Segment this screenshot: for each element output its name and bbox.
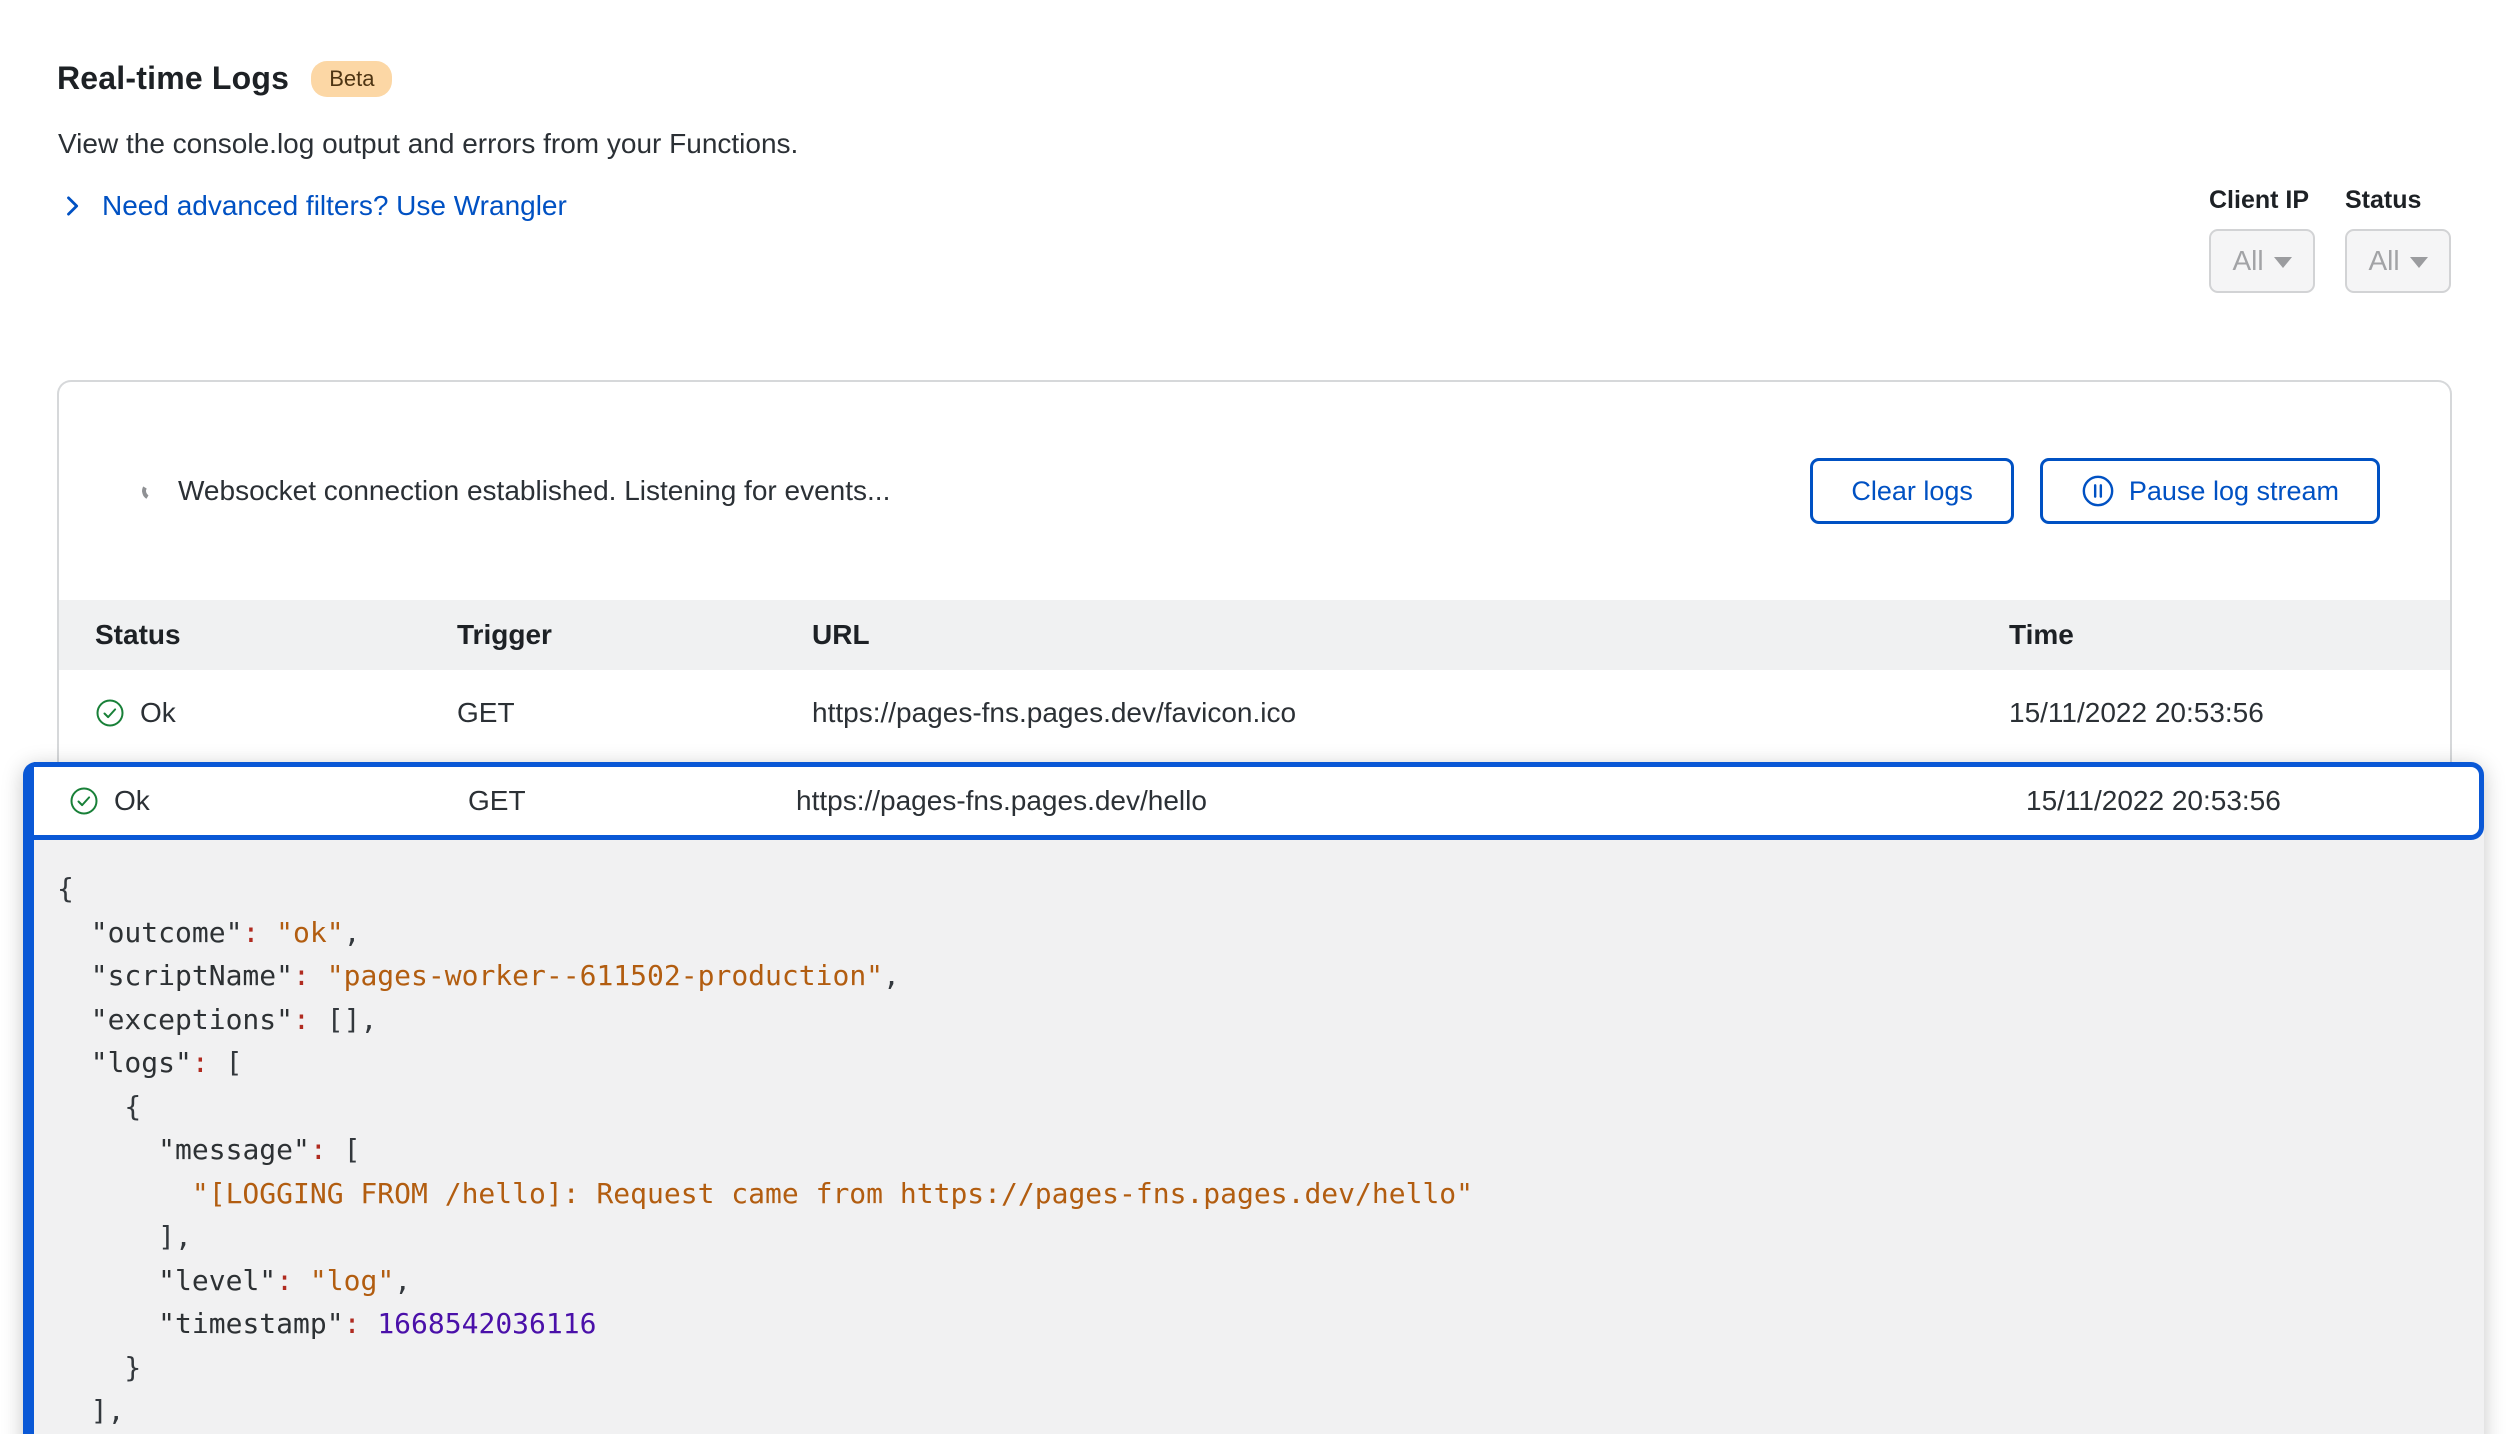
client-ip-filter: Client IP All: [2209, 186, 2315, 293]
clear-logs-label: Clear logs: [1851, 476, 1973, 507]
url-cell: https://pages-fns.pages.dev/favicon.ico: [812, 697, 2009, 729]
page-header: Real-time Logs Beta: [57, 60, 392, 97]
clear-logs-button[interactable]: Clear logs: [1810, 458, 2014, 524]
col-header-trigger: Trigger: [457, 619, 812, 651]
websocket-status-text: Websocket connection established. Listen…: [178, 475, 890, 507]
col-header-status: Status: [95, 619, 457, 651]
status-label: Status: [2345, 186, 2451, 215]
status-cell: Ok: [69, 785, 468, 817]
status-dropdown[interactable]: All: [2345, 229, 2451, 293]
table-row-selected[interactable]: Ok GET https://pages-fns.pages.dev/hello…: [34, 762, 2484, 840]
client-ip-value: All: [2232, 245, 2263, 277]
caret-down-icon: [2274, 257, 2292, 268]
pause-log-stream-button[interactable]: Pause log stream: [2040, 458, 2380, 524]
client-ip-label: Client IP: [2209, 186, 2315, 215]
status-filter: Status All: [2345, 186, 2451, 293]
status-value: All: [2368, 245, 2399, 277]
page-subtitle: View the console.log output and errors f…: [58, 128, 798, 160]
filters: Client IP All Status All: [2209, 186, 2451, 293]
col-header-url: URL: [812, 619, 2009, 651]
client-ip-dropdown[interactable]: All: [2209, 229, 2315, 293]
spinner-icon: [140, 480, 162, 502]
pause-circle-icon: [2081, 474, 2115, 508]
wrangler-link[interactable]: Need advanced filters? Use Wrangler: [102, 190, 567, 222]
table-row[interactable]: Ok GET https://pages-fns.pages.dev/favic…: [59, 670, 2450, 756]
chevron-right-icon: [58, 192, 86, 220]
wrangler-link-row[interactable]: Need advanced filters? Use Wrangler: [58, 190, 567, 222]
trigger-cell: GET: [468, 785, 796, 817]
log-json-block: { "outcome": "ok", "scriptName": "pages-…: [34, 840, 2484, 1434]
beta-badge: Beta: [311, 61, 392, 97]
status-value: Ok: [140, 697, 176, 729]
check-circle-icon: [95, 698, 125, 728]
caret-down-icon: [2410, 257, 2428, 268]
time-cell: 15/11/2022 20:53:56: [2009, 697, 2450, 729]
url-cell: https://pages-fns.pages.dev/hello: [796, 785, 2026, 817]
col-header-time: Time: [2009, 619, 2450, 651]
expanded-log-entry: Ok GET https://pages-fns.pages.dev/hello…: [23, 762, 2484, 1434]
pause-log-stream-label: Pause log stream: [2129, 476, 2339, 507]
trigger-cell: GET: [457, 697, 812, 729]
status-value: Ok: [114, 785, 150, 817]
check-circle-icon: [69, 786, 99, 816]
websocket-status: Websocket connection established. Listen…: [142, 382, 890, 600]
page-title: Real-time Logs: [57, 60, 289, 97]
table-header: Status Trigger URL Time: [59, 600, 2450, 670]
logs-toolbar: Websocket connection established. Listen…: [59, 382, 2450, 600]
time-cell: 15/11/2022 20:53:56: [2026, 785, 2479, 817]
status-cell: Ok: [95, 697, 457, 729]
toolbar-actions: Clear logs Pause log stream: [1810, 458, 2380, 524]
realtime-logs-page: Real-time Logs Beta View the console.log…: [0, 0, 2508, 1434]
